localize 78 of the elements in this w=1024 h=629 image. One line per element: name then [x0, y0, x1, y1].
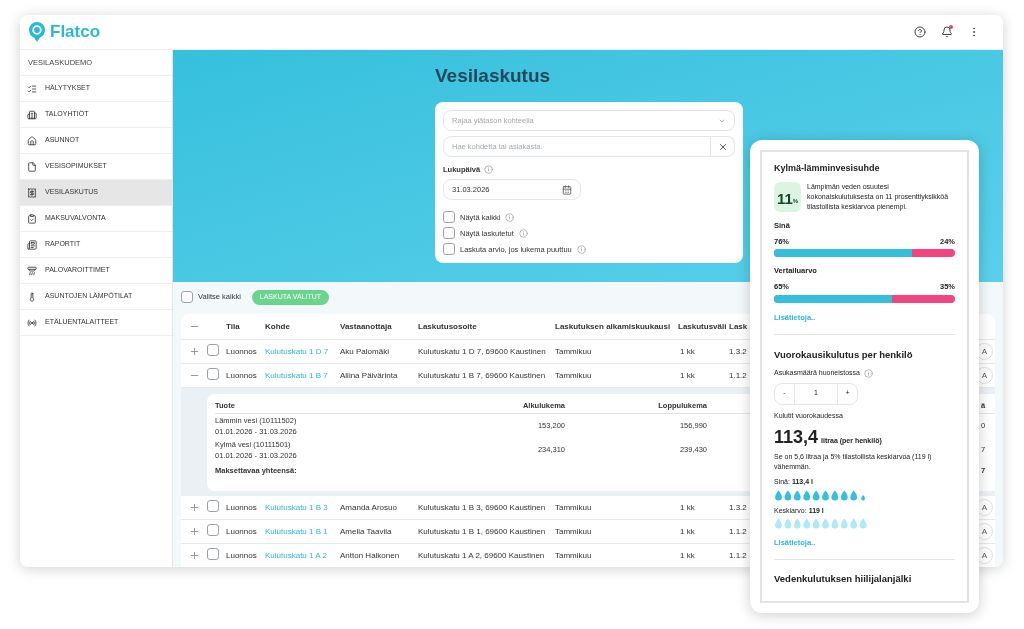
table-cell: Tammikuu — [555, 502, 592, 512]
table-cell: Tammikuu — [555, 346, 592, 356]
checkbox[interactable] — [443, 227, 455, 240]
info-icon — [518, 228, 528, 238]
column-header: Laskutusosoite — [418, 321, 477, 331]
table-cell: Kulutuskatu 1 D 7, 69600 Kaustinen — [418, 346, 546, 356]
help-icon[interactable] — [914, 26, 926, 38]
expand-icon[interactable] — [188, 526, 200, 537]
checkbox[interactable] — [443, 211, 455, 224]
table-cell: Luonnos — [226, 526, 257, 536]
table-cell: 1 kk — [680, 550, 695, 560]
expand-icon[interactable] — [188, 502, 200, 513]
column-header: Laskutuksen alkamiskuukausi — [555, 321, 671, 331]
table-cell: Kulutuskatu 1 B 1, 69600 Kaustinen — [418, 526, 546, 536]
info-icon — [505, 212, 515, 222]
expand-icon[interactable] — [188, 346, 200, 357]
info-icon — [484, 165, 494, 175]
table-cell: Tammikuu — [555, 526, 592, 536]
table-cell: Luonnos — [226, 370, 257, 380]
consumption-amount: 113,4 — [774, 426, 819, 448]
table-cell: Kulutuskatu 1 B 7, 69600 Kaustinen — [418, 370, 546, 380]
section-title: Kylmä-lämminvesisuhde — [774, 162, 881, 175]
table-cell: 1 kk — [680, 346, 695, 356]
table-cell: Antton Halkonen — [340, 550, 400, 560]
table-cell: 1.1.2 — [729, 550, 747, 560]
close-icon — [717, 141, 728, 152]
table-cell: Tammikuu — [555, 550, 592, 560]
page-title: Vesilaskutus — [435, 64, 552, 88]
row-checkbox[interactable] — [207, 367, 219, 380]
table-cell: Amanda Arosuo — [340, 502, 397, 512]
table-cell: 1.3.2 — [729, 502, 747, 512]
table-cell: 1.1.2 — [729, 370, 747, 380]
expand-icon[interactable] — [188, 550, 200, 561]
logo-icon — [28, 21, 46, 43]
checkbox[interactable] — [181, 291, 193, 303]
column-header: Laskutusväli — [678, 321, 727, 331]
table-cell: Aku Palomäki — [340, 346, 389, 356]
row-checkbox[interactable] — [207, 343, 219, 356]
table-cell: 1.1.2 — [729, 526, 747, 536]
table-cell: 1.3.2 — [729, 346, 747, 356]
section-title: Vedenkulutuksen hiilijalanjälki — [774, 572, 913, 587]
table-cell: 1 kk — [680, 526, 695, 536]
building-icon — [27, 109, 37, 120]
column-header: Lask — [729, 321, 748, 331]
table-cell: Luonnos — [226, 550, 257, 560]
report-icon — [27, 239, 37, 250]
document-icon — [27, 161, 37, 172]
row-checkbox[interactable] — [207, 499, 219, 512]
column-header: Kohde — [265, 321, 290, 331]
column-header: Tila — [226, 321, 240, 331]
antenna-icon — [27, 317, 37, 328]
notifications-button[interactable] — [941, 26, 953, 38]
calendar-icon[interactable] — [562, 184, 572, 195]
table-cell: 1 kk — [680, 370, 695, 380]
table-cell: Amelia Taavila — [340, 526, 392, 536]
table-cell: Kulutuskatu 1 B 3, 69600 Kaustinen — [418, 502, 546, 512]
bell-icon — [941, 26, 953, 38]
table-cell: Kulutuskatu 1 A 2, 69600 Kaustinen — [418, 550, 545, 560]
table-cell: Aliina Päivärinta — [340, 370, 398, 380]
table-cell: 1 kk — [680, 502, 695, 512]
smoke-alarm-icon — [27, 265, 37, 276]
table-cell: Tammikuu — [555, 370, 592, 380]
thermometer-icon — [27, 291, 37, 302]
receipt-icon — [27, 187, 37, 198]
list-icon — [27, 83, 37, 94]
logo-text: Flatco — [50, 21, 101, 44]
row-checkbox[interactable] — [207, 547, 219, 560]
row-checkbox[interactable] — [207, 523, 219, 536]
table-cell: Luonnos — [226, 346, 257, 356]
info-icon — [864, 368, 873, 378]
house-icon — [27, 135, 37, 146]
clipboard-check-icon — [27, 213, 37, 224]
checkbox[interactable] — [443, 243, 455, 256]
section-title: Vuorokausikulutus per henkilö — [774, 347, 914, 362]
info-icon — [576, 244, 586, 254]
column-header: Vastaanottaja — [340, 321, 392, 331]
clear-button[interactable] — [711, 136, 735, 157]
table-cell: Luonnos — [226, 502, 257, 512]
